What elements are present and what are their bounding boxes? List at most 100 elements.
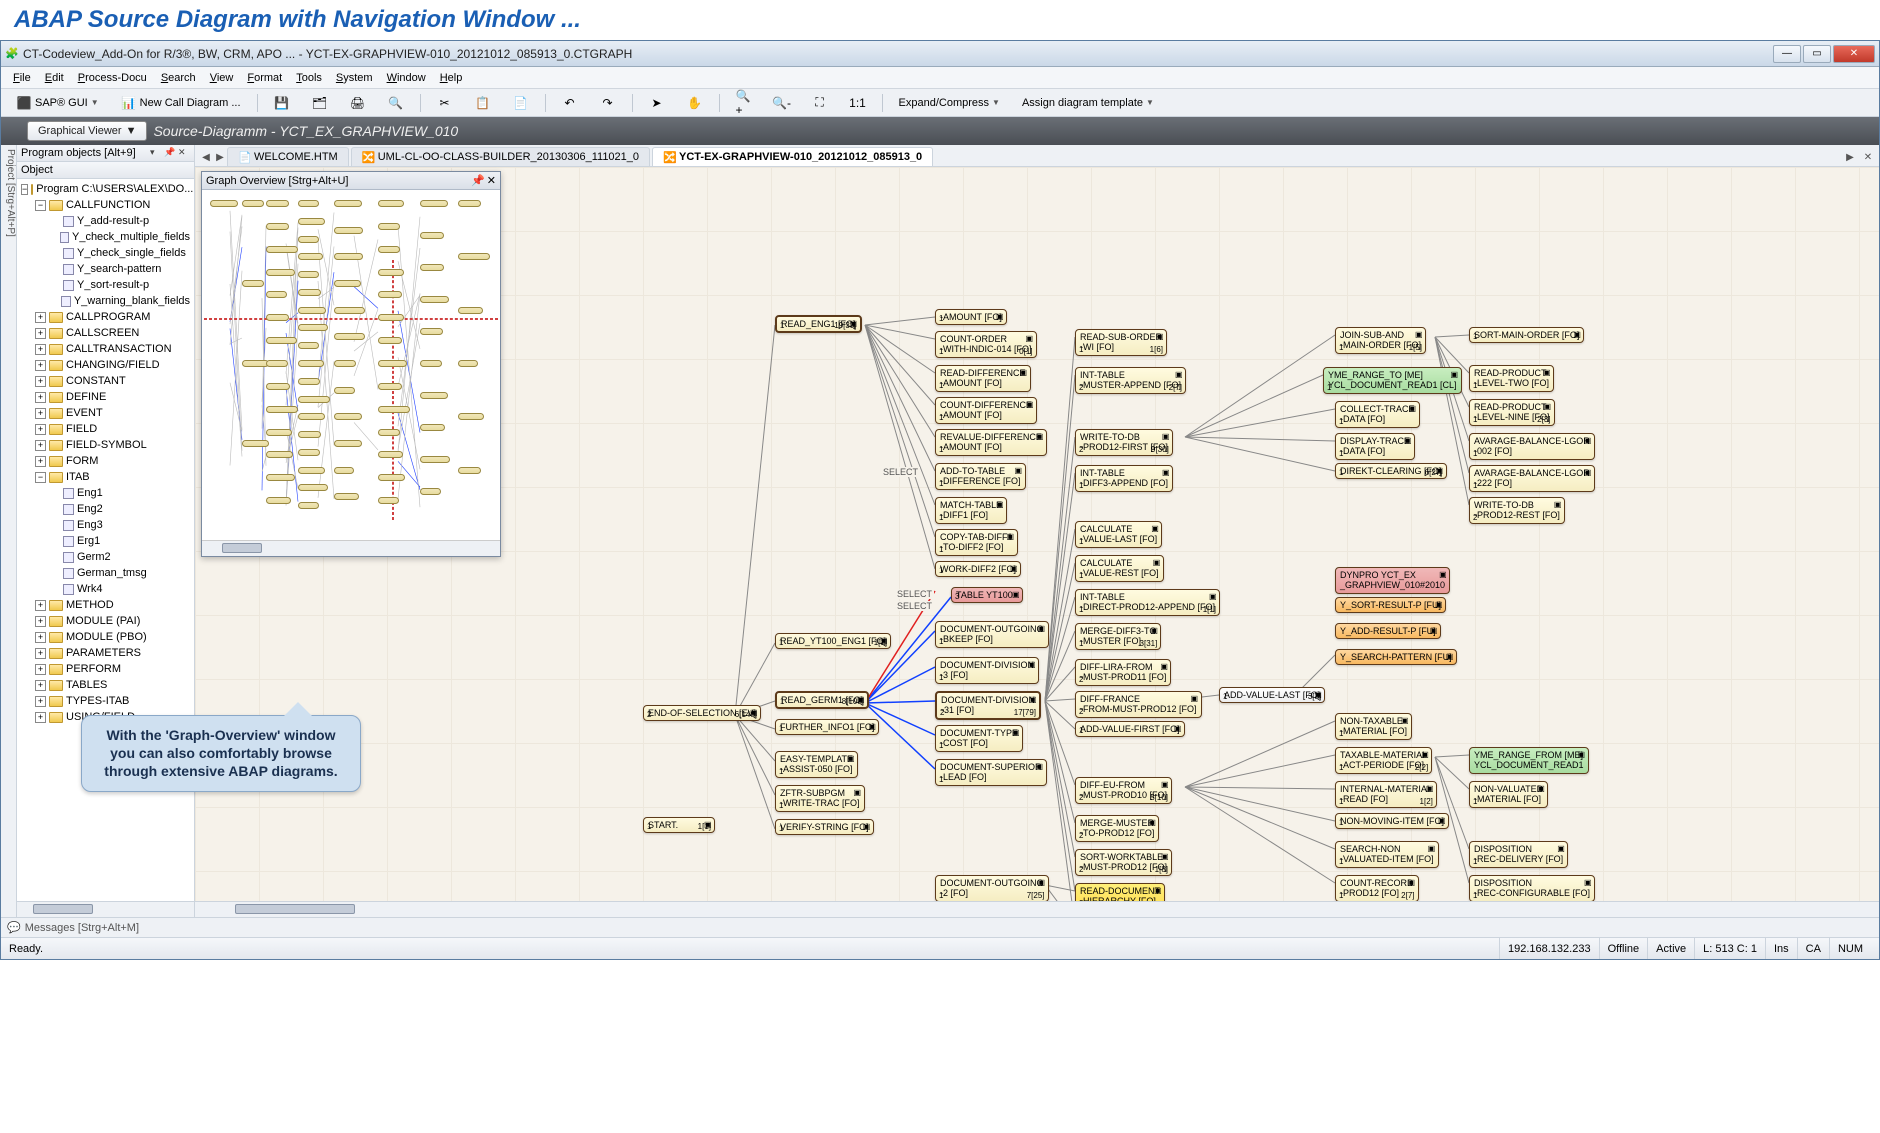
tree-node[interactable]: −ITAB [17,469,194,485]
expand-compress-button[interactable]: Expand/Compress▼ [890,93,1009,113]
tab[interactable]: 🔀UML-CL-OO-CLASS-BUILDER_20130306_111021… [351,147,650,166]
diagram-node[interactable]: TABLE YT1003▣ [951,587,1023,603]
canvas-scrollbar-h[interactable] [195,901,1879,917]
tree-scrollbar-h[interactable] [17,901,194,917]
save-all-icon[interactable]: 🗂 [303,91,337,115]
diagram-node[interactable]: DIFF-EU-FROM-MUST-PROD10 [FO]25[10]▣ [1075,777,1172,804]
zoom-in-icon[interactable]: 🔍+ [727,91,761,115]
diagram-node[interactable]: DOCUMENT-OUTGOING-2 [FO]17[25]▣ [935,875,1049,901]
diagram-node[interactable]: COUNT-DIFFERENCE-AMOUNT [FO]1▣ [935,397,1037,424]
tree-node[interactable]: +MODULE (PAI) [17,613,194,629]
tree-node[interactable]: +CHANGING/FIELD [17,357,194,373]
tree-node[interactable]: +EVENT [17,405,194,421]
menu-file[interactable]: File [7,70,37,86]
diagram-node[interactable]: DOCUMENT-DIVISION-3 [FO]1▣ [935,657,1039,684]
tab-scroll-right-icon[interactable]: ▶ [1843,148,1857,166]
diagram-node[interactable]: ADD-VALUE-FIRST [FO]1▣ [1075,721,1185,737]
diagram-node[interactable]: READ_GERM1 [FO]18[109]▣ [775,691,869,709]
diagram-node[interactable]: DOCUMENT-TYPE-COST [FO]1▣ [935,725,1023,752]
save-icon[interactable]: 💾 [265,91,299,115]
menu-process-docu[interactable]: Process-Docu [72,70,153,86]
messages-tab[interactable]: 💬 Messages [Strg+Alt+M] [1,917,1879,937]
assign-template-button[interactable]: Assign diagram template▼ [1013,93,1163,113]
tab[interactable]: 📄WELCOME.HTM [227,147,349,166]
tree-node[interactable]: +CONSTANT [17,373,194,389]
diagram-node[interactable]: Y_ADD-RESULT-P [FU]▣ [1335,623,1441,639]
diagram-node[interactable]: READ-PRODUCT-LEVEL-TWO [FO]1▣ [1469,365,1554,392]
tree-node[interactable]: +CALLSCREEN [17,325,194,341]
diagram-node[interactable]: EASY-TEMPLATE-ASSIST-050 [FO]1▣ [775,751,858,778]
panel-pin-icon[interactable]: 📌 [164,147,176,159]
diagram-node[interactable]: DIFF-LIRA-FROM-MUST-PROD11 [FO]2▣ [1075,659,1171,686]
print-icon[interactable]: 🖨 [341,91,375,115]
diagram-node[interactable]: WRITE-TO-DB-PROD12-REST [FO]2▣ [1469,497,1565,524]
new-call-diagram-button[interactable]: 📊New Call Diagram ... [112,91,250,115]
maximize-button[interactable]: ▭ [1803,45,1831,63]
tree-node[interactable]: Y_warning_blank_fields [17,293,194,309]
diagram-node[interactable]: DISPOSITION-REC-CONFIGURABLE [FO]1▣ [1469,875,1595,901]
graph-overview-window[interactable]: Graph Overview [Strg+Alt+U] 📌 ✕ [201,171,501,557]
zoom-fit-icon[interactable]: ⛶ [803,91,837,115]
diagram-node[interactable]: READ-PRODUCT-LEVEL-NINE [FO]12[3]▣ [1469,399,1555,426]
diagram-node[interactable]: REVALUE-DIFFERENCE-AMOUNT [FO]1▣ [935,429,1047,456]
diagram-node[interactable]: SORT-WORKTABLE-MUST-PROD12 [FO]21[8]▣ [1075,849,1172,876]
diagram-node[interactable]: NON-MOVING-ITEM [FO]1▣ [1335,813,1449,829]
menu-view[interactable]: View [204,70,240,86]
diagram-node[interactable]: TAXABLE-MATERIAL-ACT-PERIODE [FO]12[2]▣ [1335,747,1432,774]
diagram-node[interactable]: NON-VALUATED-MATERIAL [FO]1▣ [1469,781,1548,808]
diagram-node[interactable]: YME_RANGE_FROM [ME]YCL_DOCUMENT_READ1▣ [1469,747,1589,774]
diagram-node[interactable]: DIFF-FRANCE-FROM-MUST-PROD12 [FO]2▣ [1075,691,1202,718]
overview-pin-icon[interactable]: 📌 [471,174,485,187]
tree-node[interactable]: Eng1 [17,485,194,501]
tree-node[interactable]: +FORM [17,453,194,469]
tree-node[interactable]: +METHOD [17,597,194,613]
tree-node[interactable]: Y_sort-result-p [17,277,194,293]
zoom-out-icon[interactable]: 🔍- [765,91,799,115]
diagram-node[interactable]: DISPOSITION-REC-DELIVERY [FO]1▣ [1469,841,1568,868]
diagram-node[interactable]: MATCH-TABLE-DIFF1 [FO]1▣ [935,497,1007,524]
diagram-node[interactable]: READ-DIFFERENCE-AMOUNT [FO]1▣ [935,365,1031,392]
menu-system[interactable]: System [330,70,379,86]
tab-next-icon[interactable]: ▶ [213,148,227,166]
paste-icon[interactable]: 📄 [504,91,538,115]
project-side-tab[interactable]: Project [Strg+Alt+P] [1,145,17,917]
menu-window[interactable]: Window [381,70,432,86]
tree-node[interactable]: Y_search-pattern [17,261,194,277]
diagram-node[interactable]: COPY-TAB-DIFF1-TO-DIFF2 [FO]1▣ [935,529,1018,556]
menu-edit[interactable]: Edit [39,70,70,86]
tree-node[interactable]: +FIELD-SYMBOL [17,437,194,453]
tree-node[interactable]: +TYPES-ITAB [17,693,194,709]
diagram-node[interactable]: -AMOUNT [FO]1▣ [935,309,1007,325]
diagram-node[interactable]: CALCULATE-VALUE-REST [FO]1▣ [1075,555,1164,582]
overview-close-icon[interactable]: ✕ [487,174,496,187]
tree-node[interactable]: +CALLTRANSACTION [17,341,194,357]
tree-node[interactable]: +PARAMETERS [17,645,194,661]
diagram-node[interactable]: INT-TABLE-DIRECT-PROD12-APPEND [FO]11[1]… [1075,589,1220,616]
zoom-100-icon[interactable]: 1:1 [841,91,875,115]
graphical-viewer-button[interactable]: Graphical Viewer▼ [27,121,147,141]
tree-node[interactable]: −Program C:\USERS\ALEX\DO... [17,181,194,197]
diagram-canvas[interactable]: Graph Overview [Strg+Alt+U] 📌 ✕ SELECT S… [195,167,1879,901]
overview-header[interactable]: Graph Overview [Strg+Alt+U] 📌 ✕ [202,172,500,190]
diagram-node[interactable]: DISPLAY-TRACE-DATA [FO]1▣ [1335,433,1415,460]
diagram-node[interactable]: Y_SEARCH-PATTERN [FU]▣ [1335,649,1457,665]
tree-node[interactable]: Eng2 [17,501,194,517]
diagram-node[interactable]: READ_YT100_ENG1 [FO]11[1]▣ [775,633,891,649]
diagram-node[interactable]: AVARAGE-BALANCE-LGOR-222 [FO]1▣ [1469,465,1595,492]
minimize-button[interactable]: — [1773,45,1801,63]
diagram-node[interactable]: START.11[1]▣ [643,817,715,833]
tree-node[interactable]: Y_check_multiple_fields [17,229,194,245]
tree-node[interactable]: +PERFORM [17,661,194,677]
tree-node[interactable]: German_tmsg [17,565,194,581]
copy-icon[interactable]: 📋 [466,91,500,115]
diagram-node[interactable]: END-OF-SELECTION [EV]26[148]▣ [643,705,761,721]
tab[interactable]: 🔀YCT-EX-GRAPHVIEW-010_20121012_085913_0 [652,147,933,166]
tree-node[interactable]: Eng3 [17,517,194,533]
tree-node[interactable]: Erg1 [17,533,194,549]
diagram-node[interactable]: READ-DOCUMENT-HIERARCHY [FO]3▣ [1075,883,1165,901]
diagram-node[interactable]: MERGE-DIFF3-TO-MUSTER [FO]13[31]▣ [1075,623,1161,650]
menu-help[interactable]: Help [434,70,469,86]
diagram-node[interactable]: ADD-TO-TABLE-DIFFERENCE [FO]1▣ [935,463,1026,490]
diagram-node[interactable]: DIREKT-CLEARING [FO]16[27]▣ [1335,463,1447,479]
tree-node[interactable]: +CALLPROGRAM [17,309,194,325]
